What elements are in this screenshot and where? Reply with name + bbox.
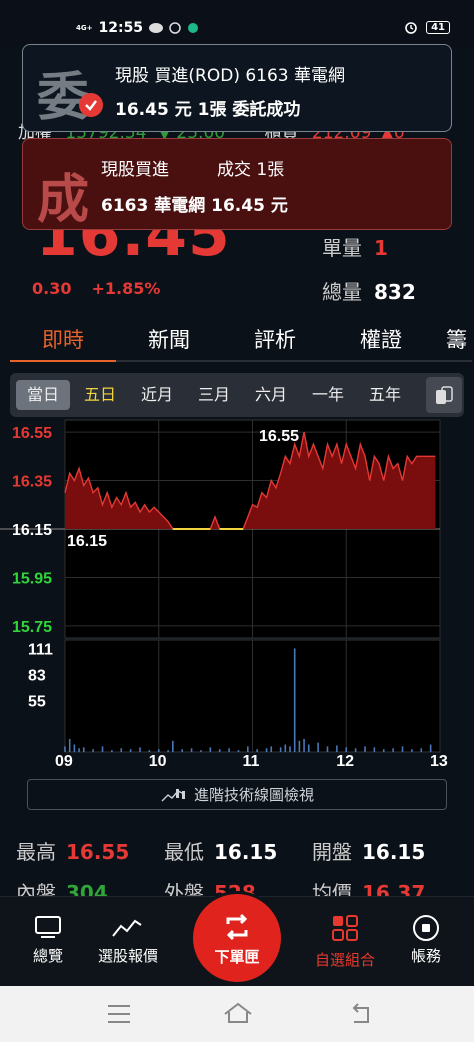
nav-account[interactable]: 帳務	[386, 911, 466, 966]
total-volume-label: 總量	[322, 280, 362, 304]
monitor-icon	[35, 916, 61, 938]
low-price-label: 16.15	[67, 533, 107, 550]
stat-high: 最高 16.55	[16, 836, 129, 865]
period-1y[interactable]: 一年	[301, 380, 355, 410]
stat-low-value: 16.15	[214, 840, 278, 864]
price-axis-label: 16.55	[12, 425, 52, 442]
volume-axis-label: 83	[28, 668, 46, 685]
chat-icon	[169, 22, 181, 34]
tab-warrants[interactable]: 權證	[328, 318, 434, 362]
nav-watchlist[interactable]: 自選組合	[305, 911, 385, 970]
unit-volume: 單量 1	[322, 232, 388, 261]
tab-chips[interactable]: 籌	[434, 318, 472, 362]
fill-line-1a: 現股買進	[101, 160, 169, 180]
stat-open-label: 開盤	[312, 840, 352, 864]
total-volume: 總量 832	[322, 276, 416, 305]
period-5y[interactable]: 五年	[358, 380, 412, 410]
tab-realtime[interactable]: 即時	[10, 318, 116, 362]
menu-icon[interactable]	[104, 1000, 134, 1028]
fill-line-1b: 成交 1張	[217, 160, 285, 180]
battery-indicator: 41	[426, 20, 450, 34]
period-1m[interactable]: 近月	[130, 380, 184, 410]
stat-open: 開盤 16.15	[312, 836, 425, 865]
grid-icon	[332, 915, 358, 941]
stat-low: 最低 16.15	[164, 836, 277, 865]
check-icon	[79, 93, 103, 117]
time-axis-label: 12	[336, 753, 354, 770]
app-notify-icon	[188, 23, 199, 33]
content-tabs: 即時 新聞 評析 權證 籌	[10, 318, 474, 362]
price-axis-label: 15.75	[12, 619, 52, 636]
price-axis-label: 15.95	[12, 570, 52, 587]
price-axis-label: 16.35	[12, 474, 52, 491]
order-box-button[interactable]: 下單匣	[193, 894, 281, 982]
nav-overview-label: 總覽	[32, 947, 63, 965]
system-navigation-bar	[0, 986, 474, 1042]
period-5d[interactable]: 五日	[73, 380, 127, 410]
stat-high-label: 最高	[16, 840, 56, 864]
order-line-1: 現股 買進(ROD) 6163 華電網	[115, 66, 346, 86]
back-icon[interactable]	[346, 1000, 376, 1028]
time-axis-label: 09	[55, 753, 73, 770]
circle-stop-icon	[413, 915, 439, 941]
tab-news[interactable]: 新聞	[116, 318, 222, 362]
nav-account-label: 帳務	[410, 947, 441, 965]
line-app-icon	[149, 23, 164, 33]
total-volume-value: 832	[374, 280, 416, 304]
tab-analysis[interactable]: 評析	[222, 318, 328, 362]
clock: 12:55	[98, 20, 144, 36]
stat-open-value: 16.15	[362, 840, 426, 864]
intraday-chart[interactable]: 16.55 16.35 16.15 15.95 15.75 16.55 16.15 111 83…	[0, 418, 474, 778]
period-3m[interactable]: 三月	[187, 380, 241, 410]
change-percent: +1.85%	[91, 279, 161, 298]
volume-axis-label: 111	[28, 641, 53, 658]
stat-low-label: 最低	[164, 840, 204, 864]
network-indicator: 4G+	[76, 23, 93, 32]
fill-line-2: 6163 華電網 16.45 元	[101, 196, 288, 216]
period-selector: 當日 五日 近月 三月 六月 一年 五年	[10, 373, 464, 417]
period-today[interactable]: 當日	[16, 380, 70, 410]
order-line-2: 16.45 元 1張 委託成功	[115, 100, 301, 120]
alarm-icon	[405, 22, 417, 34]
swap-icon	[226, 913, 248, 940]
time-axis-label: 10	[149, 753, 167, 770]
volume-axis-label: 55	[28, 694, 46, 711]
bottom-navigation: 總覽 選股報價 下單匣 自選組合 帳務	[0, 894, 474, 986]
stat-high-value: 16.55	[66, 840, 130, 864]
nav-overview[interactable]: 總覽	[8, 911, 88, 966]
nav-watchlist-label: 自選組合	[314, 951, 375, 969]
candlestick-icon	[161, 788, 185, 801]
order-notification[interactable]: 委 現股 買進(ROD) 6163 華電網 16.45 元 1張 委託成功	[22, 44, 452, 132]
order-box-label: 下單匣	[214, 947, 260, 966]
advanced-chart-button[interactable]: 進階技術線圖檢視	[27, 779, 447, 810]
price-change: 0.30 +1.85%	[32, 279, 160, 298]
period-6m[interactable]: 六月	[244, 380, 298, 410]
time-axis-label: 11	[243, 753, 260, 770]
home-icon[interactable]	[222, 1000, 254, 1028]
time-axis-label: 13	[430, 753, 448, 770]
fill-badge: 成	[37, 169, 90, 230]
status-right: 41	[404, 20, 450, 34]
rotate-button[interactable]	[426, 377, 462, 413]
trend-icon	[112, 919, 142, 937]
order-badge: 委	[37, 67, 90, 128]
fill-notification[interactable]: 成 現股買進 成交 1張 6163 華電網 16.45 元	[22, 138, 452, 230]
nav-stock-quote[interactable]: 選股報價	[88, 911, 168, 966]
advanced-chart-label: 進階技術線圖檢視	[193, 786, 314, 804]
change-value: 0.30	[32, 279, 72, 298]
nav-stock-quote-label: 選股報價	[97, 947, 158, 965]
rotate-screen-icon	[436, 386, 453, 404]
unit-volume-value: 1	[374, 236, 388, 260]
status-left: 4G+ 12:55	[76, 20, 199, 36]
status-bar: 4G+ 12:55 41	[0, 0, 474, 46]
price-axis-label: 16.15	[12, 522, 52, 539]
unit-volume-label: 單量	[322, 236, 362, 260]
high-price-label: 16.55	[259, 428, 299, 445]
